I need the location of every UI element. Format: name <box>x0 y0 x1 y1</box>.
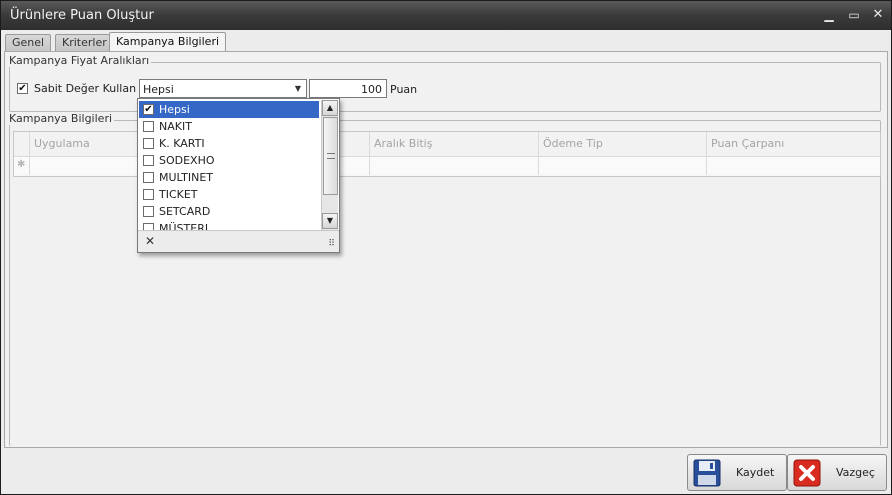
odeme-tipi-dropdown[interactable]: ✔ Hepsi NAKIT K. KARTI SODEXHO MULTINET … <box>137 98 340 253</box>
tab-strip: Genel Kriterler Kampanya Bilgileri <box>5 32 885 52</box>
dropdown-item-label: MULTINET <box>159 171 214 184</box>
dropdown-item-label: NAKIT <box>159 120 192 133</box>
dropdown-item-nakit[interactable]: NAKIT <box>139 118 319 135</box>
dropdown-item-label: SETCARD <box>159 205 211 218</box>
cancel-button[interactable]: Vazgeç <box>787 454 887 491</box>
column-header-aralik-bitis[interactable]: Aralık Bitiş <box>370 132 539 156</box>
cell-odeme-tip[interactable] <box>539 157 707 175</box>
dropdown-footer: ✕ ⠿ <box>138 230 339 252</box>
tab-genel[interactable]: Genel <box>5 34 52 52</box>
puan-unit-label: Puan <box>390 83 418 96</box>
dropdown-item-label: SODEXHO <box>159 154 215 167</box>
dropdown-checkbox[interactable] <box>143 121 154 132</box>
sabit-deger-checkbox[interactable]: ✔ <box>17 83 28 94</box>
scroll-thumb[interactable] <box>323 117 338 195</box>
save-label: Kaydet <box>736 466 775 479</box>
dropdown-item-hepsi[interactable]: ✔ Hepsi <box>139 101 319 118</box>
grip-icon <box>327 153 335 159</box>
dropdown-checkbox[interactable] <box>143 155 154 166</box>
maximize-icon[interactable]: ▭ <box>846 8 862 22</box>
tab-kampanya-bilgileri[interactable]: Kampanya Bilgileri <box>109 32 227 52</box>
puan-input[interactable]: 100 <box>309 79 387 98</box>
scroll-up-icon[interactable]: ▲ <box>322 100 338 116</box>
minimize-icon[interactable]: ▁ <box>821 8 837 22</box>
dropdown-item-label: TICKET <box>159 188 198 201</box>
puan-value: 100 <box>361 83 382 96</box>
resize-grip-icon[interactable]: ⠿ <box>328 239 335 249</box>
window: Ürünlere Puan Oluştur ▁ ▭ ✕ Genel Kriter… <box>0 0 892 495</box>
cell-aralik-bitis[interactable] <box>370 157 539 175</box>
save-button[interactable]: Kaydet <box>687 454 787 491</box>
combo-value: Hepsi <box>143 83 174 96</box>
dropdown-item-label: K. KARTI <box>159 137 205 150</box>
dropdown-item-ticket[interactable]: TICKET <box>139 186 319 203</box>
column-header-odeme-tip[interactable]: Ödeme Tip <box>539 132 707 156</box>
chevron-down-icon[interactable]: ▼ <box>292 81 304 96</box>
dropdown-item-setcard[interactable]: SETCARD <box>139 203 319 220</box>
cancel-label: Vazgeç <box>836 466 875 479</box>
dropdown-checkbox[interactable] <box>143 172 154 183</box>
window-title: Ürünlere Puan Oluştur <box>10 8 154 23</box>
cancel-x-icon <box>793 459 821 487</box>
dropdown-checkbox[interactable] <box>143 223 154 230</box>
scroll-down-icon[interactable]: ▼ <box>322 213 338 229</box>
dropdown-item-sodexho[interactable]: SODEXHO <box>139 152 319 169</box>
row-indicator-cell <box>14 157 30 175</box>
floppy-disk-icon <box>693 459 721 487</box>
dropdown-item-label: Hepsi <box>159 103 190 116</box>
dropdown-checkbox[interactable] <box>143 206 154 217</box>
title-bar[interactable]: Ürünlere Puan Oluştur ▁ ▭ ✕ <box>1 1 891 30</box>
sabit-deger-label: Sabit Değer Kullan <box>34 82 137 95</box>
tab-kriterler[interactable]: Kriterler <box>55 34 114 52</box>
odeme-tipi-combo[interactable]: Hepsi ▼ <box>139 79 307 98</box>
dropdown-checkbox[interactable] <box>143 138 154 149</box>
dropdown-item-k-karti[interactable]: K. KARTI <box>139 135 319 152</box>
dropdown-scrollbar[interactable]: ▲ ▼ <box>321 100 338 230</box>
dropdown-item-multinet[interactable]: MULTINET <box>139 169 319 186</box>
bilgi-group-label: Kampanya Bilgileri <box>9 112 115 125</box>
close-icon[interactable]: ✕ <box>870 8 886 22</box>
dropdown-item-label: MÜŞTERI <box>159 222 209 230</box>
column-header-puan-carpani[interactable]: Puan Çarpanı <box>707 132 880 156</box>
dropdown-checkbox[interactable] <box>143 189 154 200</box>
dropdown-item-musteri[interactable]: MÜŞTERI <box>139 220 319 230</box>
row-indicator-header <box>14 132 30 156</box>
fiyat-group-label: Kampanya Fiyat Aralıkları <box>9 54 152 67</box>
close-popup-icon[interactable]: ✕ <box>145 234 155 248</box>
dropdown-checkbox-checked[interactable]: ✔ <box>143 104 154 115</box>
